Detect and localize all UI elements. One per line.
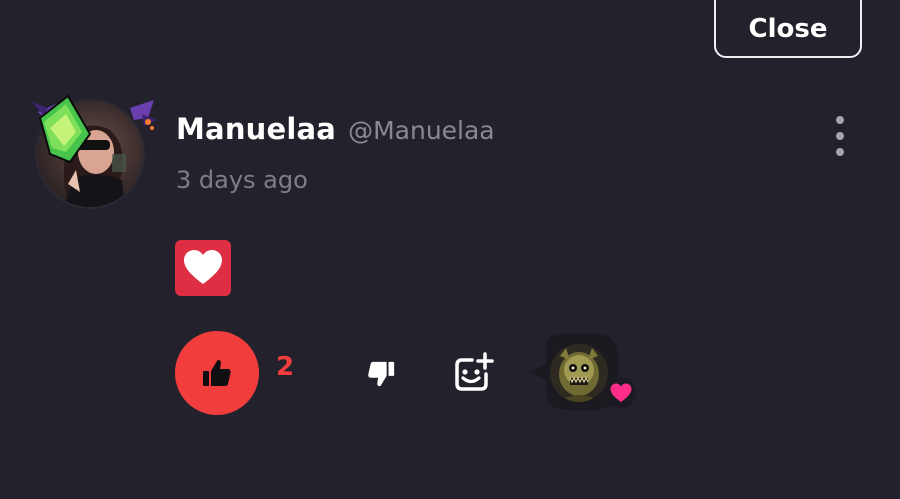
avatar-image — [32, 94, 156, 209]
comment-detail-view: Close Manuelaa @Manuelaa 3 days ago 2 — [0, 0, 900, 499]
author-name[interactable]: Manuelaa — [176, 112, 336, 146]
more-vertical-icon — [836, 116, 844, 124]
more-options-button[interactable] — [826, 116, 854, 156]
comment-heart-emoji — [175, 240, 231, 296]
reaction-heart-badge — [606, 378, 636, 408]
dislike-button[interactable] — [360, 353, 402, 395]
like-count: 2 — [276, 352, 295, 382]
author-handle[interactable]: @Manuelaa — [348, 116, 495, 145]
reactor-avatar-image — [550, 344, 608, 402]
comment-timestamp: 3 days ago — [176, 166, 308, 194]
heart-icon — [610, 383, 632, 402]
reactor-avatar — [550, 344, 608, 402]
add-reaction-icon — [455, 352, 494, 391]
close-button[interactable]: Close — [714, 0, 862, 58]
like-button[interactable] — [175, 331, 259, 415]
thumbs-down-icon — [368, 361, 395, 387]
author-avatar[interactable] — [30, 92, 160, 217]
heart-icon — [184, 250, 222, 284]
reaction-chip[interactable] — [526, 334, 642, 414]
comment-author: Manuelaa @Manuelaa — [176, 112, 495, 146]
thumbs-up-icon — [203, 359, 231, 386]
add-reaction-button[interactable] — [450, 350, 496, 396]
